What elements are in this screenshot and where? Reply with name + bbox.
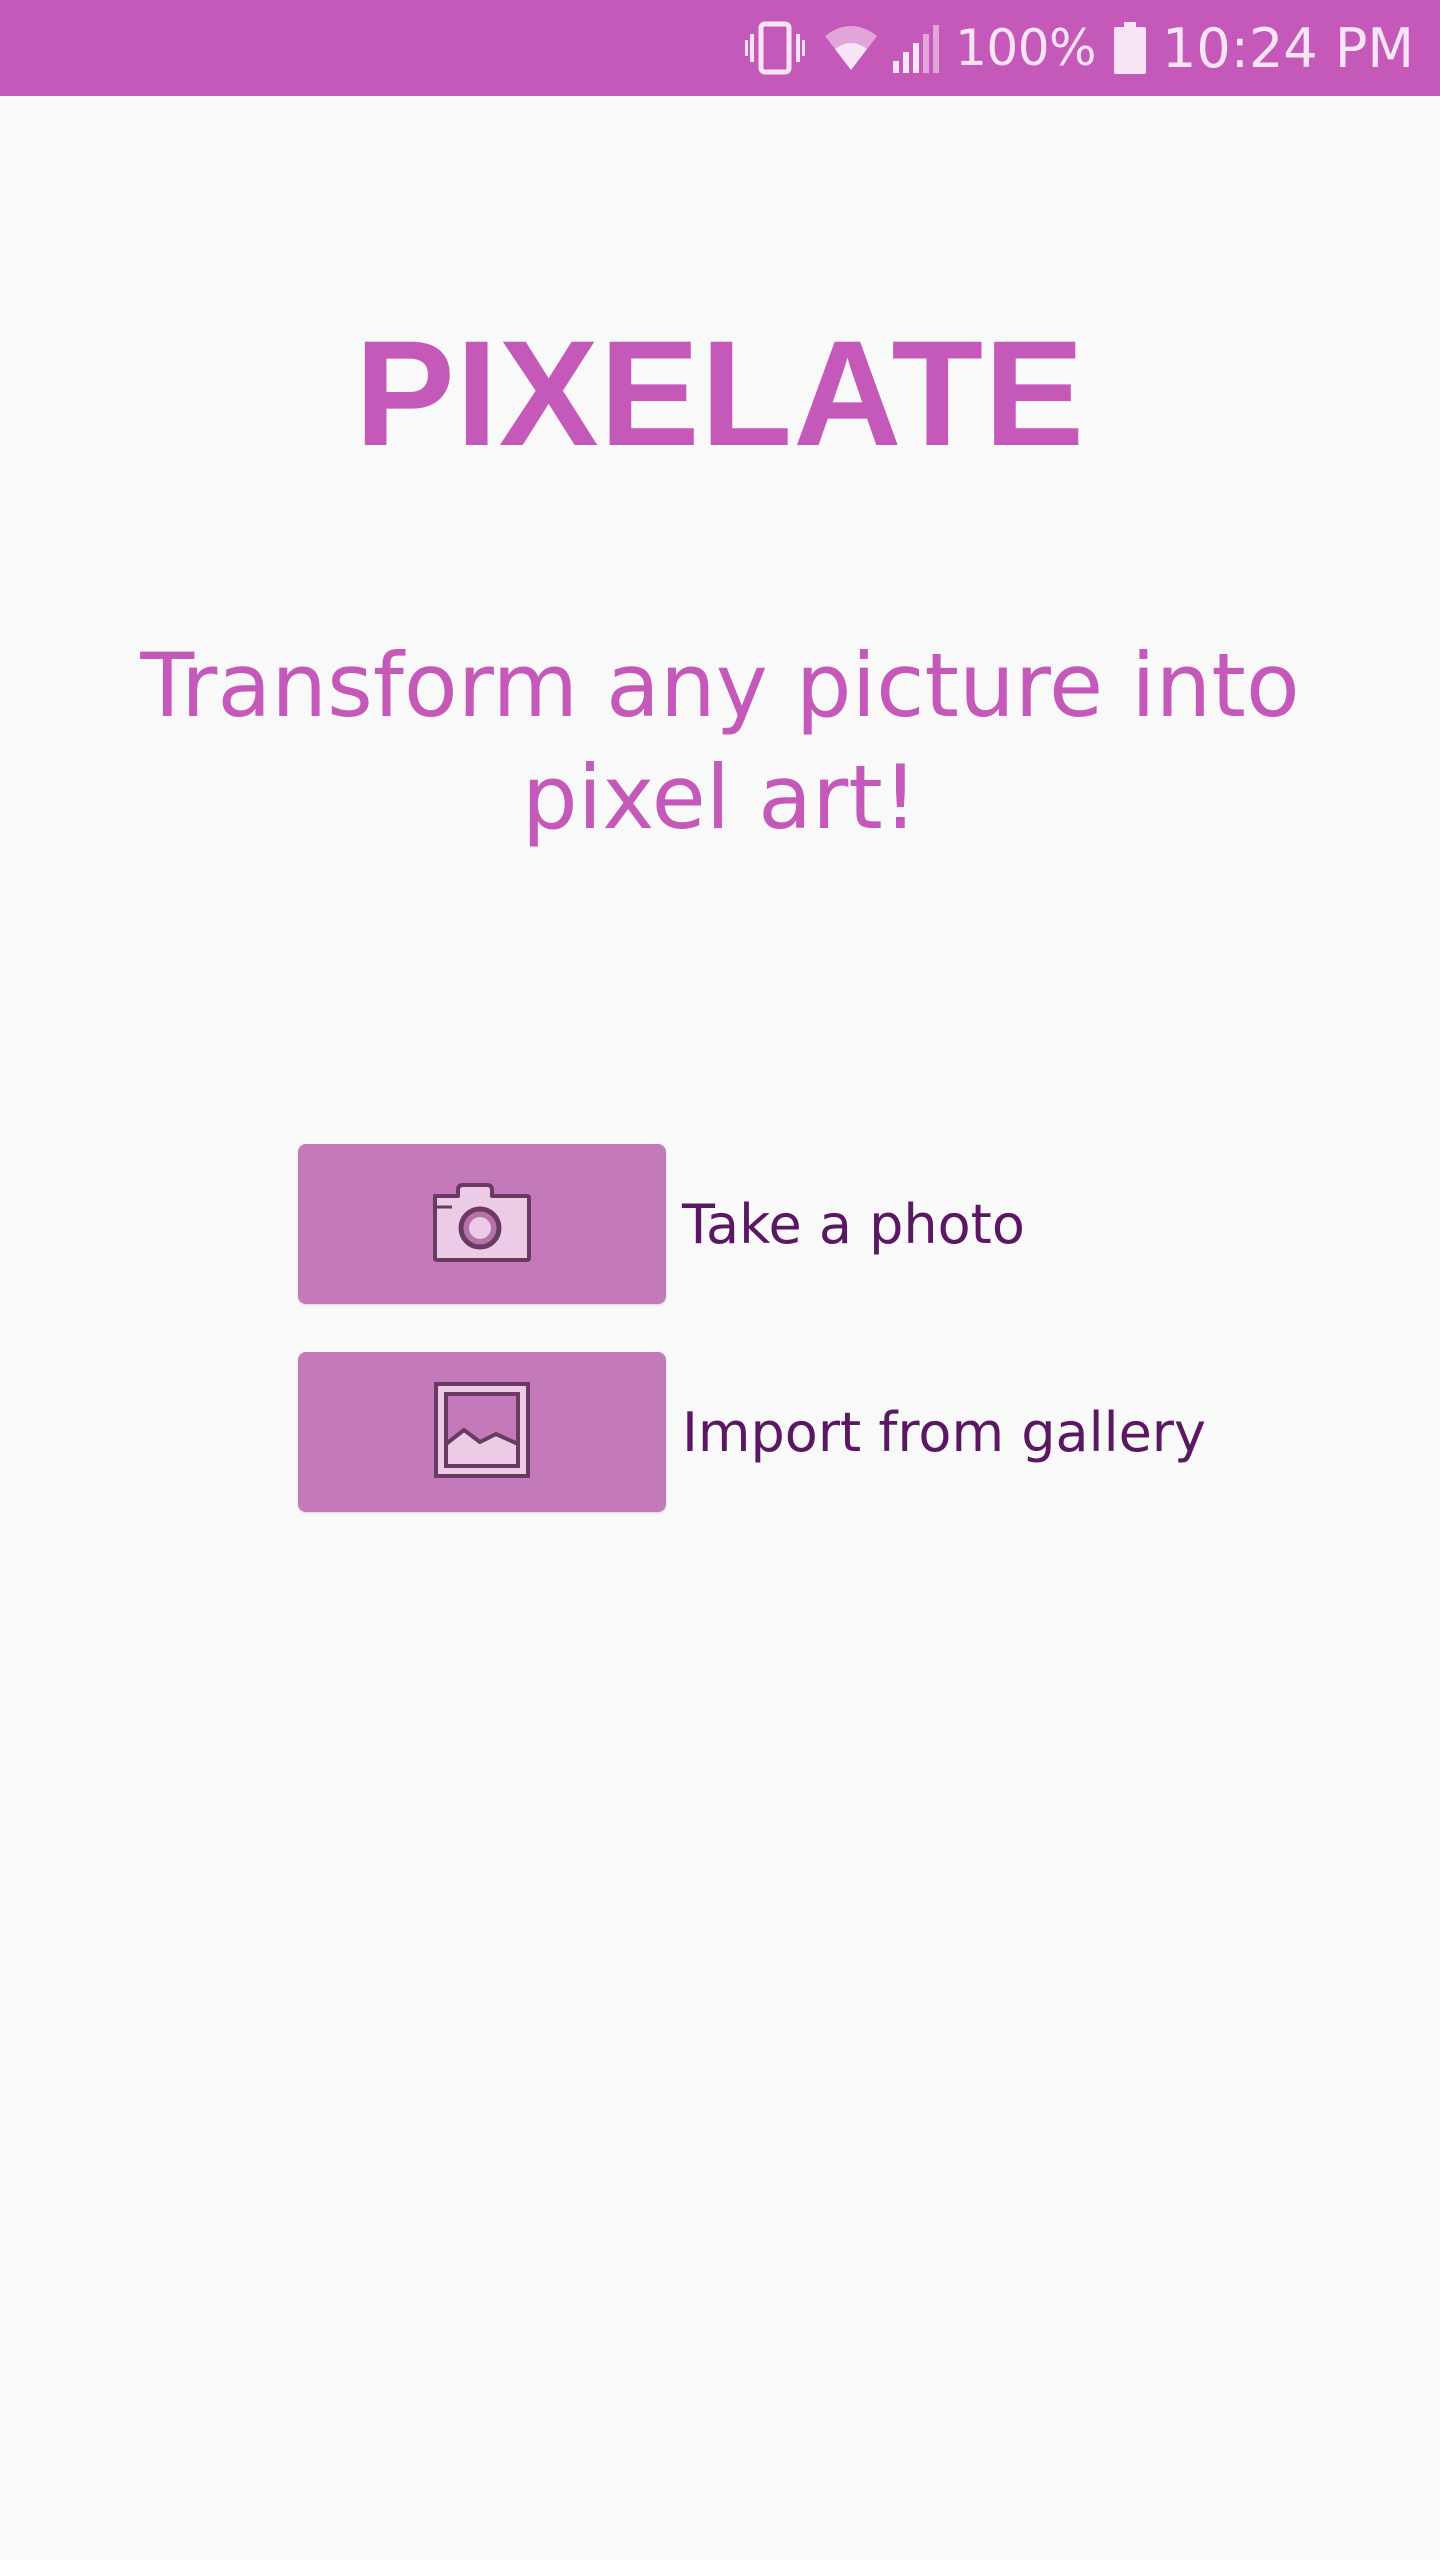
tagline-line-2: pixel art! [521,746,919,849]
import-gallery-label[interactable]: Import from gallery [682,1401,1206,1464]
take-photo-row[interactable]: Take a photo [298,1144,1025,1304]
status-bar: 100% 10:24 PM [0,0,1440,96]
signal-icon [891,23,943,73]
tagline: Transform any picture into pixel art! [100,630,1340,854]
tagline-line-1: Transform any picture into [140,634,1300,737]
wifi-icon [823,24,879,72]
image-icon [434,1382,530,1482]
camera-icon [432,1182,532,1266]
vibrate-icon [745,20,806,76]
import-gallery-row[interactable]: Import from gallery [298,1352,1206,1512]
take-photo-button[interactable] [298,1144,666,1304]
status-clock: 10:24 PM [1162,16,1414,80]
battery-icon [1114,22,1147,74]
app-title: PIXELATE [354,309,1086,477]
take-photo-label[interactable]: Take a photo [682,1193,1025,1256]
import-gallery-button[interactable] [298,1352,666,1512]
battery-percent: 100% [955,19,1097,77]
